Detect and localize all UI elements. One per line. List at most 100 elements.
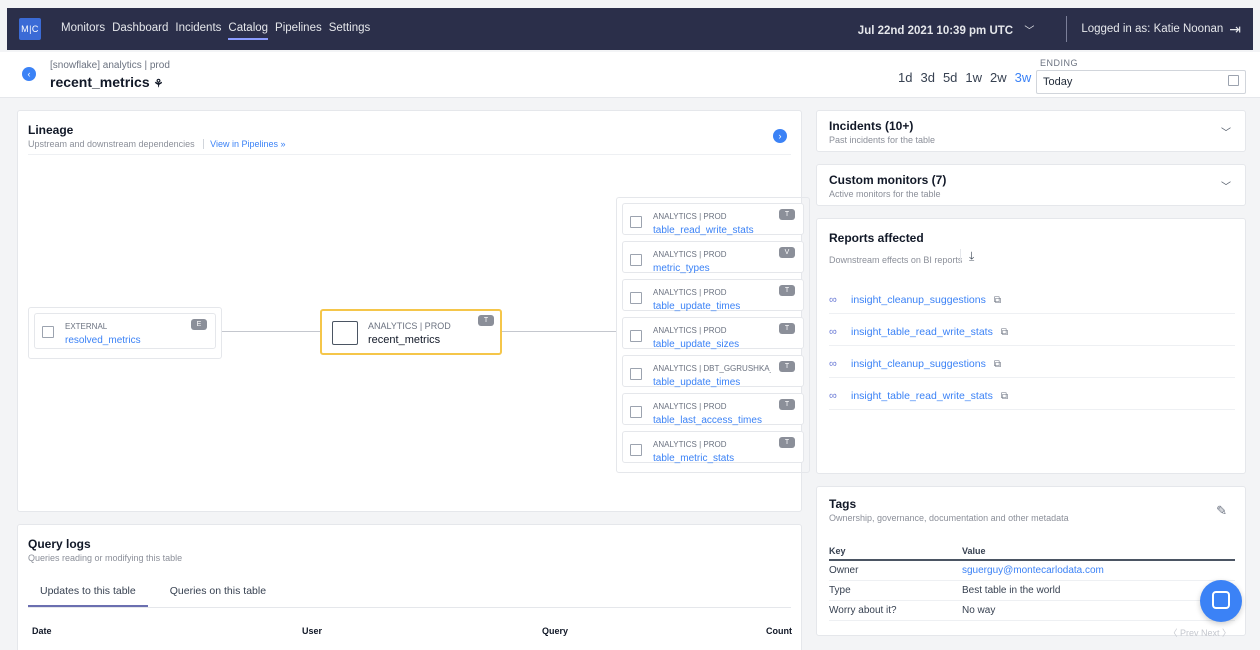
column-header[interactable]: User <box>302 626 322 636</box>
lineage-node-upstream[interactable]: EXTERNAL resolved_metrics E <box>34 313 216 349</box>
column-header[interactable]: Query <box>542 626 568 636</box>
report-item[interactable]: ∞ insight_table_read_write_stats ⧉ <box>829 383 1235 410</box>
tags-panel: Tags Ownership, governance, documentatio… <box>816 486 1246 639</box>
lineage-node-current[interactable]: ANALYTICS | PROD recent_metrics T <box>320 309 502 355</box>
table-icon <box>630 292 642 304</box>
external-link-icon[interactable]: ⧉ <box>1001 391 1008 402</box>
range-3w[interactable]: 3w <box>1015 70 1032 85</box>
ending-date-field[interactable]: Today <box>1036 70 1246 94</box>
range-1d[interactable]: 1d <box>898 70 912 85</box>
custom-monitors-title: Custom monitors (7) <box>829 173 947 187</box>
lineage-node-downstream[interactable]: ANALYTICS | PROD table_update_sizes T <box>622 317 804 350</box>
report-name[interactable]: insight_table_read_write_stats <box>851 326 993 338</box>
nav-dashboard[interactable]: Dashboard <box>112 18 168 40</box>
date-selector[interactable]: Jul 22nd 2021 10:39 pm UTC ﹀ <box>858 22 1053 37</box>
alert-icon: ⚘ <box>153 78 164 90</box>
range-1w[interactable]: 1w <box>965 70 982 85</box>
report-name[interactable]: insight_cleanup_suggestions <box>851 294 986 306</box>
range-3d[interactable]: 3d <box>920 70 934 85</box>
node-name[interactable]: table_update_sizes <box>653 339 739 350</box>
nav-pipelines[interactable]: Pipelines <box>275 18 322 40</box>
lineage-node-downstream[interactable]: ANALYTICS | PROD table_metric_stats T <box>622 431 804 464</box>
report-item[interactable]: ∞ insight_table_read_write_stats ⧉ <box>829 319 1235 346</box>
report-item[interactable]: ∞ insight_cleanup_suggestions ⧉ <box>829 287 1235 314</box>
node-schema: ANALYTICS | PROD <box>368 321 451 331</box>
nav-incidents[interactable]: Incidents <box>175 18 221 40</box>
column-header[interactable]: Count <box>766 626 792 636</box>
table-icon <box>630 406 642 418</box>
lineage-node-downstream[interactable]: ANALYTICS | DBT_GGRUSHKA_... table_updat… <box>622 355 804 388</box>
node-name[interactable]: table_metric_stats <box>653 453 734 464</box>
pagination[interactable]: 〈 Prev Next 〉 <box>1168 626 1231 639</box>
tags-table: Key Value Owner sguerguy@montecarlodata.… <box>829 543 1235 621</box>
page-header: ‹ [snowflake] analytics | prod recent_me… <box>0 52 1260 98</box>
report-icon: ∞ <box>829 326 837 338</box>
table-header: Key Value <box>829 543 1235 561</box>
view-in-pipelines-link[interactable]: View in Pipelines » <box>203 139 286 149</box>
table-row: Type Best table in the world <box>829 581 1235 601</box>
ending-label: ENDING <box>1040 58 1079 68</box>
back-icon[interactable]: ‹ <box>22 67 36 81</box>
custom-monitors-subtitle: Active monitors for the table <box>829 189 941 199</box>
lineage-node-downstream[interactable]: ANALYTICS | PROD table_read_write_stats … <box>622 203 804 236</box>
logout-icon[interactable]: ⇥ <box>1229 21 1241 38</box>
tags-title: Tags <box>829 497 857 511</box>
chat-button[interactable] <box>1200 580 1242 622</box>
table-icon <box>630 216 642 228</box>
report-item[interactable]: ∞ insight_cleanup_suggestions ⧉ <box>829 351 1235 378</box>
incidents-title: Incidents (10+) <box>829 119 914 133</box>
node-name[interactable]: resolved_metrics <box>65 335 141 346</box>
node-name[interactable]: table_update_times <box>653 301 740 312</box>
node-name[interactable]: metric_types <box>653 263 710 274</box>
montecarlo-logo[interactable]: M|C <box>19 18 41 40</box>
top-nav: M|C Monitors Dashboard Incidents Catalog… <box>7 8 1253 50</box>
chevron-down-icon: ﹀ <box>1024 25 1035 37</box>
incidents-panel[interactable]: Incidents (10+) Past incidents for the t… <box>816 110 1246 152</box>
nav-catalog[interactable]: Catalog <box>228 18 269 40</box>
chat-icon <box>1212 591 1230 609</box>
node-name: recent_metrics <box>368 334 441 346</box>
tag-value[interactable]: sguerguy@montecarlodata.com <box>962 565 1104 576</box>
column-header: Key <box>829 546 846 556</box>
report-icon: ∞ <box>829 358 837 370</box>
tab-updates[interactable]: Updates to this table <box>28 579 148 607</box>
type-badge: T <box>779 209 795 220</box>
lineage-panel: Lineage Upstream and downstream dependen… <box>17 110 810 512</box>
edit-icon[interactable]: ✎ <box>1216 503 1227 519</box>
column-header[interactable]: Date <box>32 626 52 636</box>
current-date: Jul 22nd 2021 10:39 pm UTC <box>857 24 1014 37</box>
nav-settings[interactable]: Settings <box>329 18 371 40</box>
page-title: recent_metrics ⚘ <box>50 74 163 90</box>
custom-monitors-panel[interactable]: Custom monitors (7) Active monitors for … <box>816 164 1246 206</box>
chevron-down-icon[interactable]: ﹀ <box>1221 124 1231 139</box>
table-name: recent_metrics <box>50 74 150 90</box>
external-link-icon[interactable]: ⧉ <box>994 295 1001 306</box>
nav-monitors[interactable]: Monitors <box>61 18 105 40</box>
download-icon[interactable]: ⤓ <box>960 249 974 263</box>
edge <box>222 331 320 332</box>
lineage-subtitle: Upstream and downstream dependencies <box>28 139 195 149</box>
node-name[interactable]: table_update_times <box>653 377 740 388</box>
expand-icon[interactable]: › <box>773 129 787 143</box>
table-icon <box>630 254 642 266</box>
chevron-down-icon[interactable]: ﹀ <box>1221 178 1231 193</box>
range-2w[interactable]: 2w <box>990 70 1007 85</box>
external-link-icon[interactable]: ⧉ <box>994 359 1001 370</box>
table-icon <box>42 326 54 338</box>
nav-links: Monitors Dashboard Incidents Catalog Pip… <box>61 18 370 40</box>
calendar-icon[interactable] <box>1228 75 1239 86</box>
ending-value: Today <box>1043 76 1073 88</box>
report-name[interactable]: insight_table_read_write_stats <box>851 390 993 402</box>
table-icon <box>630 368 642 380</box>
external-link-icon[interactable]: ⧉ <box>1001 327 1008 338</box>
tags-subtitle: Ownership, governance, documentation and… <box>829 513 1069 523</box>
type-badge: V <box>779 247 795 258</box>
lineage-node-downstream[interactable]: ANALYTICS | PROD metric_types V <box>622 241 804 274</box>
lineage-node-downstream[interactable]: ANALYTICS | PROD table_update_times T <box>622 279 804 312</box>
report-name[interactable]: insight_cleanup_suggestions <box>851 358 986 370</box>
tab-queries[interactable]: Queries on this table <box>158 579 278 607</box>
range-5d[interactable]: 5d <box>943 70 957 85</box>
node-name[interactable]: table_read_write_stats <box>653 225 754 236</box>
lineage-node-downstream[interactable]: ANALYTICS | PROD table_last_access_times… <box>622 393 804 426</box>
node-name[interactable]: table_last_access_times <box>653 415 762 426</box>
